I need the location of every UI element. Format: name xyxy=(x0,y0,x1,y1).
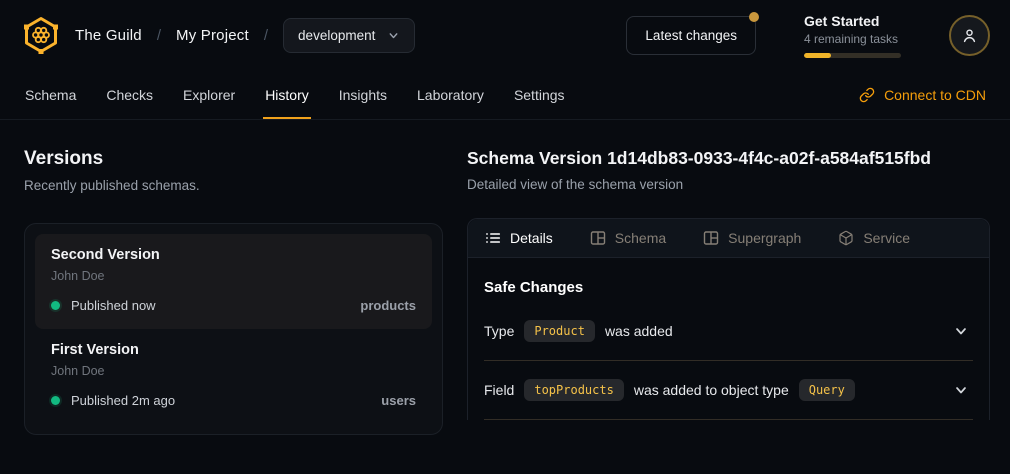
main-content: Versions Recently published schemas. Sec… xyxy=(0,120,1010,435)
connect-cdn-label: Connect to CDN xyxy=(884,87,986,103)
get-started-widget[interactable]: Get Started 4 remaining tasks xyxy=(804,13,901,58)
guild-logo-icon[interactable] xyxy=(22,16,60,54)
detail-content: Safe Changes Type Product was added Fiel… xyxy=(468,258,989,420)
breadcrumb-project[interactable]: My Project xyxy=(176,27,249,44)
header: The Guild / My Project / development Lat… xyxy=(0,0,1010,70)
detail-tab-details[interactable]: Details xyxy=(485,230,553,246)
version-list-item[interactable]: Second Version John Doe Published now pr… xyxy=(35,234,432,329)
target-selector[interactable]: development xyxy=(283,18,415,53)
target-selector-value: development xyxy=(298,28,375,43)
user-avatar[interactable] xyxy=(949,15,990,56)
versions-title: Versions xyxy=(24,148,443,170)
schema-version-title: Schema Version 1d14db83-0933-4f4c-a02f-a… xyxy=(467,148,990,169)
version-list-item[interactable]: First Version John Doe Published 2m ago … xyxy=(35,329,432,424)
version-author: John Doe xyxy=(51,269,416,283)
version-detail-panel: Schema Version 1d14db83-0933-4f4c-a02f-a… xyxy=(467,148,1010,435)
panels-icon xyxy=(590,230,606,246)
versions-list: Second Version John Doe Published now pr… xyxy=(24,223,443,435)
get-started-title: Get Started xyxy=(804,13,901,29)
version-name: Second Version xyxy=(51,247,416,263)
link-icon xyxy=(859,87,875,103)
list-icon xyxy=(485,230,501,246)
cube-icon xyxy=(838,230,854,246)
tab-settings[interactable]: Settings xyxy=(499,70,580,119)
detail-tabbar: Details Schema Supergraph xyxy=(468,219,989,258)
brand-name[interactable]: The Guild xyxy=(75,27,142,44)
get-started-progress-track xyxy=(804,53,901,58)
change-text: Field xyxy=(484,382,514,398)
breadcrumb-separator: / xyxy=(157,27,161,44)
panels-icon xyxy=(703,230,719,246)
change-row[interactable]: Field topProducts was added to object ty… xyxy=(484,361,973,420)
detail-tab-label: Schema xyxy=(615,230,666,246)
latest-changes-label: Latest changes xyxy=(645,28,737,43)
change-text: was added to object type xyxy=(634,382,789,398)
tab-history[interactable]: History xyxy=(250,70,324,119)
detail-tab-schema[interactable]: Schema xyxy=(590,230,666,246)
detail-tab-supergraph[interactable]: Supergraph xyxy=(703,230,801,246)
notification-dot xyxy=(749,12,759,22)
tab-laboratory[interactable]: Laboratory xyxy=(402,70,499,119)
app-root: The Guild / My Project / development Lat… xyxy=(0,0,1010,474)
detail-tab-label: Service xyxy=(863,230,910,246)
chevron-down-icon[interactable] xyxy=(953,382,969,398)
breadcrumb-separator: / xyxy=(264,27,268,44)
header-right: Latest changes Get Started 4 remaining t… xyxy=(626,13,990,58)
versions-panel: Versions Recently published schemas. Sec… xyxy=(0,148,467,435)
version-status: Published now xyxy=(71,298,156,313)
chevron-down-icon[interactable] xyxy=(953,323,969,339)
chevron-down-icon xyxy=(387,29,400,42)
version-status-row: Published 2m ago users xyxy=(51,393,416,408)
version-detail-box: Details Schema Supergraph xyxy=(467,218,990,420)
published-dot-icon xyxy=(51,301,60,310)
change-row[interactable]: Type Product was added xyxy=(484,302,973,361)
latest-changes-button[interactable]: Latest changes xyxy=(626,16,756,55)
safe-changes-title: Safe Changes xyxy=(484,279,973,296)
progress-fill xyxy=(804,53,831,58)
version-service-badge: users xyxy=(381,393,416,408)
detail-tab-service[interactable]: Service xyxy=(838,230,910,246)
breadcrumb: The Guild / My Project / development xyxy=(22,16,415,54)
connect-cdn-link[interactable]: Connect to CDN xyxy=(859,70,986,119)
get-started-subtitle: 4 remaining tasks xyxy=(804,32,901,46)
change-text: Type xyxy=(484,323,514,339)
tab-checks[interactable]: Checks xyxy=(91,70,168,119)
detail-tab-label: Supergraph xyxy=(728,230,801,246)
detail-tab-label: Details xyxy=(510,230,553,246)
version-status: Published 2m ago xyxy=(71,393,175,408)
tab-explorer[interactable]: Explorer xyxy=(168,70,250,119)
published-dot-icon xyxy=(51,396,60,405)
version-name: First Version xyxy=(51,342,416,358)
tab-insights[interactable]: Insights xyxy=(324,70,402,119)
change-code-badge: topProducts xyxy=(524,379,623,401)
main-nav: Schema Checks Explorer History Insights … xyxy=(0,70,1010,120)
version-status-row: Published now products xyxy=(51,298,416,313)
change-text: was added xyxy=(605,323,673,339)
person-icon xyxy=(960,26,979,45)
schema-version-subtitle: Detailed view of the schema version xyxy=(467,177,990,192)
versions-subtitle: Recently published schemas. xyxy=(24,178,443,193)
change-code-badge: Product xyxy=(524,320,595,342)
tab-schema[interactable]: Schema xyxy=(10,70,91,119)
version-service-badge: products xyxy=(360,298,416,313)
change-code-badge: Query xyxy=(799,379,855,401)
version-author: John Doe xyxy=(51,364,416,378)
